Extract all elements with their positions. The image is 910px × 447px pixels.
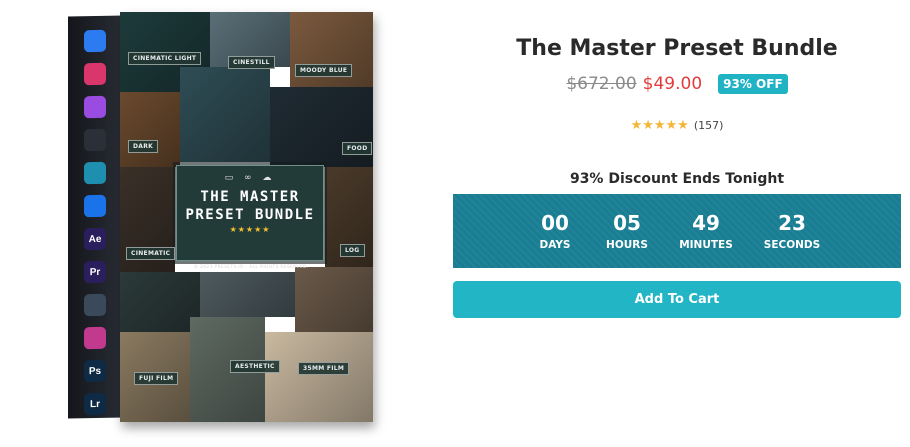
vn-icon — [84, 161, 106, 185]
collage-photo — [200, 272, 295, 317]
collage-preset-label: LOG — [340, 244, 365, 257]
plate-icons: ▭ ∞ ☁ — [224, 173, 276, 183]
rating-row: ★★★★★ (157) — [453, 118, 901, 133]
countdown-days-value: 00 — [541, 211, 569, 235]
box-copyright: © 2023 PRESETS.IO - ALL RIGHTS RESERVED. — [193, 265, 309, 270]
box-side-panel: Ae Pr Ps Lr — [68, 15, 124, 419]
davinci-resolve-icon — [84, 293, 106, 317]
countdown-days-label: DAYS — [539, 239, 571, 251]
final-cut-icon — [84, 326, 106, 350]
collage-preset-label: FOOD — [342, 142, 373, 155]
discount-badge: 93% OFF — [718, 74, 788, 94]
plate-title-line1: THE MASTER — [200, 189, 300, 205]
plate-title-line2: PRESET BUNDLE — [185, 207, 315, 223]
countdown-hours: 05 HOURS — [592, 211, 662, 251]
collage-preset-label: AESTHETIC — [230, 360, 280, 373]
countdown-seconds-label: SECONDS — [763, 239, 821, 251]
collage-preset-label: CINEMATIC LIGHT — [128, 52, 202, 65]
original-price: $672.00 — [566, 74, 637, 94]
review-count[interactable]: (157) — [694, 119, 724, 132]
countdown-minutes-value: 49 — [692, 211, 720, 235]
premiere-pro-icon: Pr — [84, 260, 106, 284]
add-to-cart-button[interactable]: Add To Cart — [453, 281, 901, 318]
collage-preset-label: CINEMATIC — [126, 247, 176, 260]
collage-preset-label: CINESTILL — [228, 56, 275, 69]
collage-photo — [120, 92, 180, 167]
price-row: $672.00 $49.00 93% OFF — [453, 74, 901, 94]
capcut-icon — [84, 128, 106, 152]
countdown-minutes: 49 MINUTES — [664, 211, 748, 251]
lightroom-mobile-icon — [84, 29, 106, 53]
collage-preset-label: FUJI FILM — [134, 372, 179, 385]
countdown-hours-value: 05 — [613, 211, 641, 235]
after-effects-icon: Ae — [84, 227, 106, 251]
collage-preset-label: DARK — [128, 140, 159, 153]
photos-icon — [84, 62, 106, 86]
countdown-seconds: 23 SECONDS — [750, 211, 834, 251]
rating-stars-icon: ★★★★★ — [630, 118, 689, 133]
collage-preset-label: 35MM FILM — [298, 362, 350, 375]
countdown-hours-label: HOURS — [606, 239, 648, 251]
premiere-rush-icon — [84, 95, 106, 119]
lightroom-icon: Lr — [84, 392, 106, 416]
box-front-collage: ▭ ∞ ☁ THE MASTER PRESET BUNDLE ★★★★★ © 2… — [120, 12, 373, 422]
countdown-timer: 00 DAYS 05 HOURS 49 MINUTES 23 SECONDS — [453, 194, 901, 268]
collage-photo — [180, 67, 270, 162]
photoshop-icon: Ps — [84, 359, 106, 383]
countdown-heading: 93% Discount Ends Tonight — [569, 171, 785, 187]
collage-preset-label: MOODY BLUE — [295, 64, 353, 77]
collage-photo — [270, 87, 373, 167]
plate-stars: ★★★★★ — [229, 225, 271, 234]
countdown-seconds-value: 23 — [778, 211, 806, 235]
play-icon — [84, 194, 106, 218]
collage-photo — [265, 332, 373, 422]
sale-price: $49.00 — [642, 74, 703, 94]
collage-photo — [295, 267, 373, 332]
product-title: The Master Preset Bundle — [516, 36, 838, 61]
box-title-plate: ▭ ∞ ☁ THE MASTER PRESET BUNDLE ★★★★★ — [176, 165, 324, 261]
collage-photo — [120, 272, 200, 332]
countdown-minutes-label: MINUTES — [679, 239, 733, 251]
product-box-image: Ae Pr Ps Lr ▭ ∞ ☁ THE MASTER PRESET BUNDLE … — [68, 12, 373, 422]
countdown-days: 00 DAYS — [520, 211, 590, 251]
